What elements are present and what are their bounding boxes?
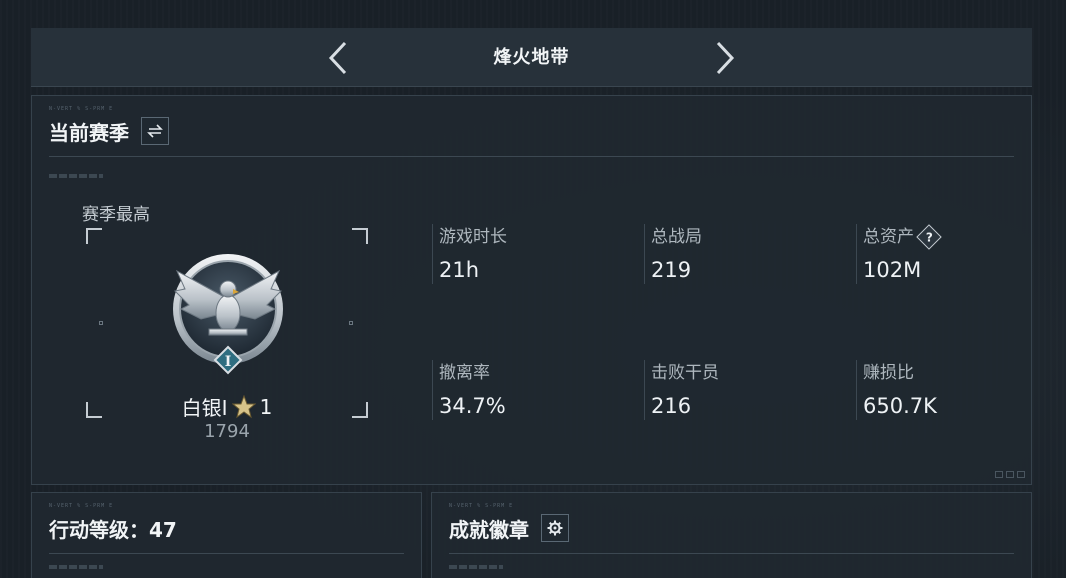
stat-label: 赚损比 <box>863 363 914 383</box>
panel-micro-text: N-VERT % S-PRM E <box>449 503 514 509</box>
stat-total-assets: 总资产 ? 102M <box>856 224 1036 284</box>
frame-corner <box>86 228 102 244</box>
panel-title: 成就徽章 <box>449 517 529 542</box>
rank-stars: 1 <box>259 394 273 419</box>
rank-score: 1794 <box>204 421 250 442</box>
frame-corner <box>86 402 102 418</box>
divider <box>49 553 404 554</box>
action-level-panel: N-VERT % S-PRM E 行动等级：47 <box>31 492 422 578</box>
stat-value: 216 <box>651 394 692 418</box>
stat-profit-loss-ratio: 赚损比 650.7K <box>856 360 1036 420</box>
stat-label: 游戏时长 <box>439 227 507 247</box>
panel-micro-text: N-VERT % S-PRM E <box>49 106 114 112</box>
stat-value: 34.7% <box>439 394 506 418</box>
stat-value: 650.7K <box>863 394 937 418</box>
emblem-numeral: I <box>225 354 232 370</box>
stat-operators-defeated: 击败干员 216 <box>644 360 824 420</box>
stat-value: 21h <box>439 258 480 282</box>
panel-header: 当前赛季 <box>49 116 169 146</box>
rank-name-row: 白银I 1 <box>172 392 282 421</box>
swap-icon <box>147 124 163 138</box>
panel-title: 当前赛季 <box>49 120 129 145</box>
next-mode-button[interactable] <box>710 40 740 76</box>
badge-settings-button[interactable] <box>541 514 569 542</box>
current-season-panel: N-VERT % S-PRM E 当前赛季 赛季最高 I 白银I 1 1794 … <box>31 95 1032 485</box>
stat-label: 撤离率 <box>439 363 490 383</box>
frame-corner <box>352 228 368 244</box>
panel-corner-marks <box>995 471 1025 478</box>
divider-dash <box>49 565 103 569</box>
stat-play-time: 游戏时长 21h <box>432 224 612 284</box>
achievement-badges-panel: N-VERT % S-PRM E 成就徽章 <box>431 492 1032 578</box>
stat-value: 102M <box>863 258 922 282</box>
season-best-label: 赛季最高 <box>82 205 150 225</box>
divider-dash <box>449 565 503 569</box>
help-glyph: ? <box>925 230 933 244</box>
stat-label: 总战局 <box>651 227 702 247</box>
stat-total-matches: 总战局 219 <box>644 224 824 284</box>
season-switch-button[interactable] <box>141 117 169 145</box>
stat-extraction-rate: 撤离率 34.7% <box>432 360 612 420</box>
divider <box>49 156 1014 157</box>
stat-label: 总资产 <box>863 227 914 247</box>
star-icon <box>231 394 256 418</box>
divider <box>449 553 1014 554</box>
frame-tick <box>349 321 353 325</box>
gear-icon <box>547 520 563 536</box>
panel-micro-text: N-VERT % S-PRM E <box>49 503 114 509</box>
divider-dash <box>49 174 103 178</box>
stat-label-row: 总资产 ? <box>863 224 1036 250</box>
panel-title: 行动等级：47 <box>49 517 177 542</box>
rank-name: 白银I <box>181 396 228 420</box>
help-icon[interactable]: ? <box>916 224 942 250</box>
mode-switcher-bar: 烽火地带 <box>31 28 1032 87</box>
panel-header: 成就徽章 <box>449 513 569 543</box>
stat-value: 219 <box>651 258 692 282</box>
eagle-rank-emblem-icon: I <box>173 254 283 375</box>
frame-tick <box>99 321 103 325</box>
stat-label: 击败干员 <box>651 363 719 383</box>
mode-title: 烽火地带 <box>493 47 570 68</box>
frame-corner <box>352 402 368 418</box>
panel-header: 行动等级：47 <box>49 513 177 543</box>
chevron-right-icon <box>716 41 735 75</box>
